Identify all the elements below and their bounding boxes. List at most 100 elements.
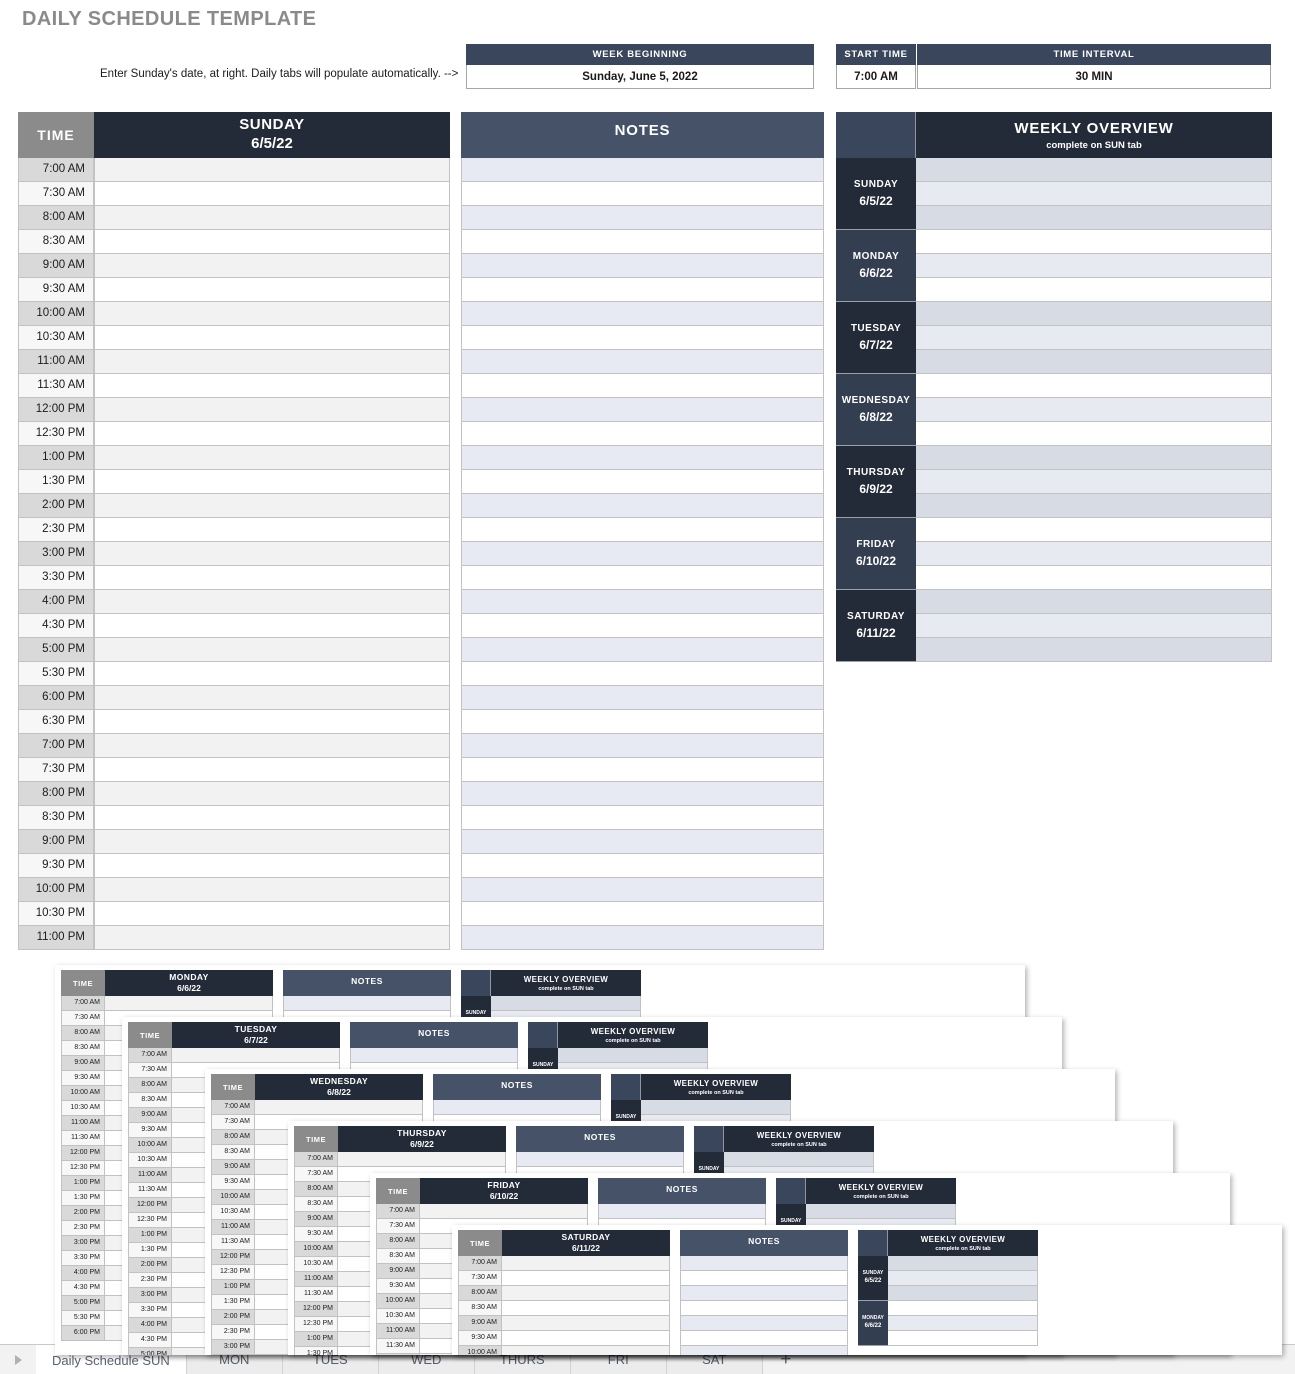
schedule-entry-cell[interactable] xyxy=(94,350,450,374)
cascade-notes-cell[interactable] xyxy=(598,1204,766,1219)
cascade-notes-cell[interactable] xyxy=(680,1301,848,1316)
cascade-overview-entry-cell[interactable] xyxy=(888,1286,1038,1301)
schedule-entry-cell[interactable] xyxy=(94,158,450,182)
cascade-entry-cell[interactable] xyxy=(502,1331,670,1346)
cascade-overview-entry-cell[interactable] xyxy=(888,1271,1038,1286)
notes-cell[interactable] xyxy=(461,542,824,566)
overview-entry-cell[interactable] xyxy=(916,518,1272,542)
cascade-notes-cell[interactable] xyxy=(680,1331,848,1346)
schedule-entry-cell[interactable] xyxy=(94,422,450,446)
overview-entry-cell[interactable] xyxy=(916,350,1272,374)
cascade-overview-entry-cell[interactable] xyxy=(888,1301,1038,1316)
notes-cell[interactable] xyxy=(461,686,824,710)
notes-cell[interactable] xyxy=(461,614,824,638)
cascade-overview-entry-cell[interactable] xyxy=(888,1331,1038,1346)
schedule-entry-cell[interactable] xyxy=(94,638,450,662)
notes-cell[interactable] xyxy=(461,398,824,422)
schedule-entry-cell[interactable] xyxy=(94,182,450,206)
notes-cell[interactable] xyxy=(461,182,824,206)
overview-entry-cell[interactable] xyxy=(916,614,1272,638)
schedule-entry-cell[interactable] xyxy=(94,830,450,854)
overview-entry-cell[interactable] xyxy=(916,230,1272,254)
overview-entry-cell[interactable] xyxy=(916,206,1272,230)
cascade-entry-cell[interactable] xyxy=(502,1271,670,1286)
cascade-sheet[interactable]: TIME SATURDAY 6/11/22 NOTES WEEKLY OVERVIEW c… xyxy=(452,1225,1282,1355)
cascade-entry-cell[interactable] xyxy=(105,996,273,1011)
overview-entry-cell[interactable] xyxy=(916,278,1272,302)
schedule-entry-cell[interactable] xyxy=(94,734,450,758)
cascade-entry-cell[interactable] xyxy=(502,1286,670,1301)
schedule-entry-cell[interactable] xyxy=(94,206,450,230)
cascade-notes-cell[interactable] xyxy=(680,1346,848,1355)
overview-entry-cell[interactable] xyxy=(916,398,1272,422)
notes-cell[interactable] xyxy=(461,566,824,590)
schedule-entry-cell[interactable] xyxy=(94,254,450,278)
schedule-entry-cell[interactable] xyxy=(94,374,450,398)
notes-cell[interactable] xyxy=(461,158,824,182)
overview-entry-cell[interactable] xyxy=(916,638,1272,662)
notes-cell[interactable] xyxy=(461,302,824,326)
cascade-entry-cell[interactable] xyxy=(502,1316,670,1331)
cascade-entry-cell[interactable] xyxy=(172,1048,340,1063)
notes-cell[interactable] xyxy=(461,638,824,662)
cascade-entry-cell[interactable] xyxy=(338,1152,506,1167)
overview-entry-cell[interactable] xyxy=(916,566,1272,590)
start-time-input[interactable]: 7:00 AM xyxy=(836,65,916,89)
cascade-entry-cell[interactable] xyxy=(502,1346,670,1355)
overview-entry-cell[interactable] xyxy=(916,542,1272,566)
notes-cell[interactable] xyxy=(461,326,824,350)
overview-entry-cell[interactable] xyxy=(916,446,1272,470)
schedule-entry-cell[interactable] xyxy=(94,614,450,638)
schedule-entry-cell[interactable] xyxy=(94,302,450,326)
notes-cell[interactable] xyxy=(461,590,824,614)
schedule-entry-cell[interactable] xyxy=(94,782,450,806)
schedule-entry-cell[interactable] xyxy=(94,878,450,902)
notes-cell[interactable] xyxy=(461,254,824,278)
schedule-entry-cell[interactable] xyxy=(94,470,450,494)
schedule-entry-cell[interactable] xyxy=(94,902,450,926)
schedule-entry-cell[interactable] xyxy=(94,686,450,710)
notes-cell[interactable] xyxy=(461,446,824,470)
cascade-overview-entry-cell[interactable] xyxy=(641,1100,791,1115)
notes-cell[interactable] xyxy=(461,230,824,254)
schedule-entry-cell[interactable] xyxy=(94,758,450,782)
schedule-entry-cell[interactable] xyxy=(94,854,450,878)
schedule-entry-cell[interactable] xyxy=(94,566,450,590)
cascade-entry-cell[interactable] xyxy=(502,1256,670,1271)
schedule-entry-cell[interactable] xyxy=(94,518,450,542)
schedule-entry-cell[interactable] xyxy=(94,710,450,734)
time-interval-input[interactable]: 30 MIN xyxy=(917,65,1271,89)
cascade-overview-entry-cell[interactable] xyxy=(724,1152,874,1167)
overview-entry-cell[interactable] xyxy=(916,422,1272,446)
schedule-entry-cell[interactable] xyxy=(94,326,450,350)
schedule-entry-cell[interactable] xyxy=(94,494,450,518)
schedule-entry-cell[interactable] xyxy=(94,446,450,470)
schedule-entry-cell[interactable] xyxy=(94,278,450,302)
notes-cell[interactable] xyxy=(461,278,824,302)
cascade-notes-cell[interactable] xyxy=(433,1100,601,1115)
schedule-entry-cell[interactable] xyxy=(94,806,450,830)
notes-cell[interactable] xyxy=(461,830,824,854)
notes-cell[interactable] xyxy=(461,470,824,494)
schedule-entry-cell[interactable] xyxy=(94,926,450,950)
overview-entry-cell[interactable] xyxy=(916,590,1272,614)
week-beginning-input[interactable]: Sunday, June 5, 2022 xyxy=(466,65,814,89)
schedule-entry-cell[interactable] xyxy=(94,542,450,566)
overview-entry-cell[interactable] xyxy=(916,494,1272,518)
cascade-entry-cell[interactable] xyxy=(420,1204,588,1219)
cascade-overview-entry-cell[interactable] xyxy=(888,1316,1038,1331)
schedule-entry-cell[interactable] xyxy=(94,590,450,614)
cascade-notes-cell[interactable] xyxy=(350,1048,518,1063)
notes-cell[interactable] xyxy=(461,494,824,518)
schedule-entry-cell[interactable] xyxy=(94,230,450,254)
notes-cell[interactable] xyxy=(461,758,824,782)
notes-cell[interactable] xyxy=(461,926,824,950)
cascade-notes-cell[interactable] xyxy=(680,1256,848,1271)
cascade-overview-entry-cell[interactable] xyxy=(491,996,641,1011)
overview-entry-cell[interactable] xyxy=(916,254,1272,278)
notes-cell[interactable] xyxy=(461,374,824,398)
schedule-entry-cell[interactable] xyxy=(94,662,450,686)
notes-cell[interactable] xyxy=(461,854,824,878)
cascade-entry-cell[interactable] xyxy=(255,1100,423,1115)
notes-cell[interactable] xyxy=(461,806,824,830)
